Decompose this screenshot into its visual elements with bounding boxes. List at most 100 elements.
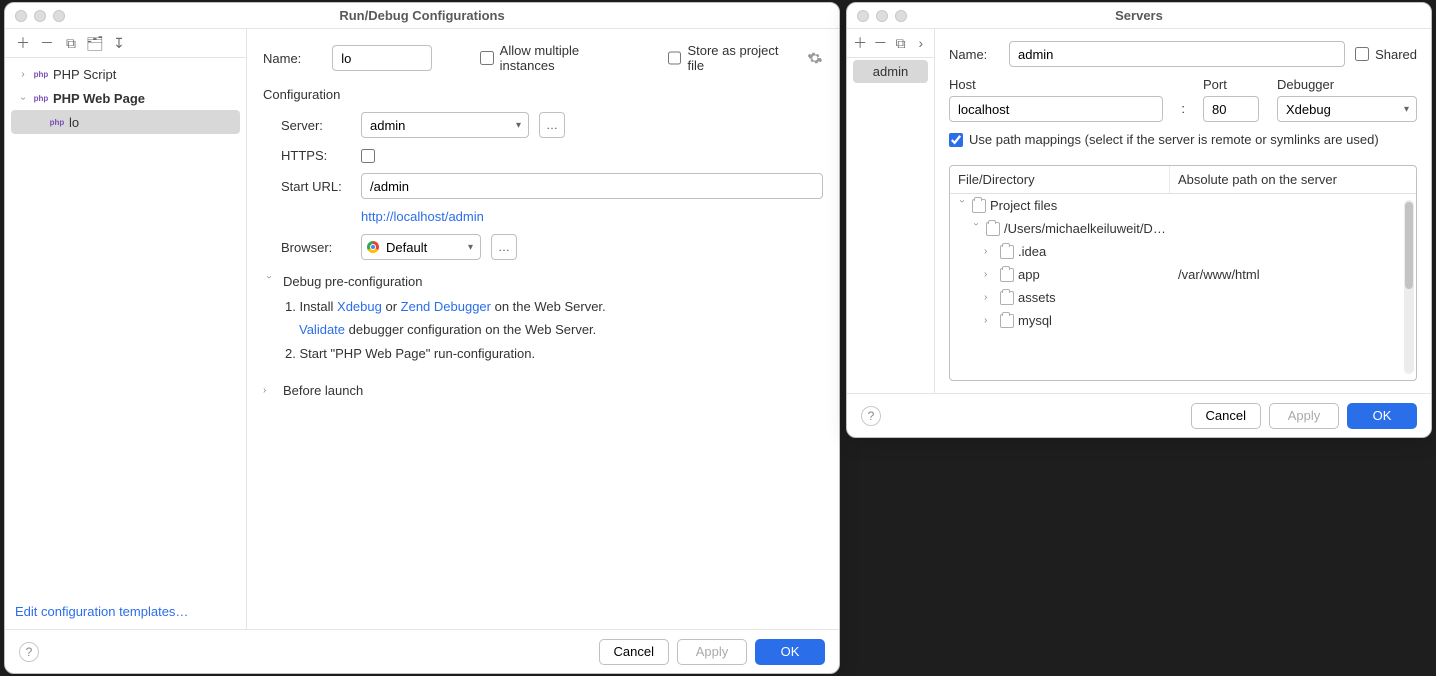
- zend-link[interactable]: Zend Debugger: [401, 299, 491, 314]
- edit-templates-link[interactable]: Edit configuration templates…: [15, 604, 188, 619]
- server-form: Name: Shared Host : Port Debugge: [935, 29, 1431, 393]
- map-row-app[interactable]: › app /var/www/html: [950, 263, 1416, 286]
- store-as-project-input[interactable]: [668, 51, 682, 65]
- map-label: Project files: [990, 198, 1057, 213]
- resolved-url-link[interactable]: http://localhost/admin: [361, 209, 484, 224]
- run-debug-window: Run/Debug Configurations ＋ － ⧉ 🗂 ↧ › php…: [4, 2, 840, 674]
- minimize-window-icon[interactable]: [34, 10, 46, 22]
- cancel-button[interactable]: Cancel: [599, 639, 669, 665]
- scrollbar-thumb[interactable]: [1405, 202, 1413, 289]
- chevron-down-icon[interactable]: ›: [18, 92, 29, 104]
- close-window-icon[interactable]: [15, 10, 27, 22]
- chevron-down-icon[interactable]: ›: [971, 223, 982, 235]
- copy-icon[interactable]: ⧉: [63, 35, 79, 51]
- https-checkbox[interactable]: [361, 149, 375, 163]
- validate-link[interactable]: Validate: [299, 322, 345, 337]
- php-file-icon: php: [33, 66, 49, 82]
- remove-icon[interactable]: －: [39, 35, 55, 51]
- chevron-right-icon[interactable]: ›: [17, 69, 29, 80]
- chevron-right-icon[interactable]: ›: [984, 246, 996, 257]
- help-icon[interactable]: ?: [861, 406, 881, 426]
- browser-select[interactable]: Default: [361, 234, 481, 260]
- map-row-user-path[interactable]: ›/Users/michaelkeiluweit/D…: [950, 217, 1416, 240]
- map-remote-path[interactable]: /var/www/html: [1170, 263, 1416, 286]
- chevron-right-icon[interactable]: ›: [984, 292, 996, 303]
- map-label: app: [1018, 267, 1040, 282]
- server-select[interactable]: admin: [361, 112, 529, 138]
- mapping-header: File/Directory Absolute path on the serv…: [950, 166, 1416, 194]
- tree-node-php-script[interactable]: › php PHP Script: [5, 62, 246, 86]
- add-icon[interactable]: ＋: [15, 35, 31, 51]
- debugger-select[interactable]: Xdebug: [1277, 96, 1417, 122]
- titlebar: Servers: [847, 3, 1431, 29]
- apply-button[interactable]: Apply: [1269, 403, 1339, 429]
- allow-multiple-label: Allow multiple instances: [500, 43, 636, 73]
- configurations-tree[interactable]: › php PHP Script › php PHP Web Page php …: [5, 58, 246, 594]
- chevron-right-icon[interactable]: ›: [984, 269, 996, 280]
- map-row-project-files[interactable]: › Project files: [950, 194, 1416, 217]
- zoom-window-icon[interactable]: [895, 10, 907, 22]
- browser-browse-button[interactable]: …: [491, 234, 517, 260]
- start-url-input[interactable]: [361, 173, 823, 199]
- allow-multiple-input[interactable]: [480, 51, 494, 65]
- map-row-idea[interactable]: › .idea: [950, 240, 1416, 263]
- scrollbar[interactable]: [1404, 200, 1414, 374]
- host-label: Host: [949, 77, 1163, 92]
- apply-button[interactable]: Apply: [677, 639, 747, 665]
- window-title: Run/Debug Configurations: [5, 8, 839, 23]
- server-browse-button[interactable]: …: [539, 112, 565, 138]
- server-toolbar: ＋ － ⧉ ›: [847, 29, 934, 58]
- tree-node-php-web-page[interactable]: › php PHP Web Page: [5, 86, 246, 110]
- ok-button[interactable]: OK: [1347, 403, 1417, 429]
- path-mappings-checkbox[interactable]: Use path mappings (select if the server …: [949, 132, 1417, 147]
- debugger-label: Debugger: [1277, 77, 1417, 92]
- port-input[interactable]: [1203, 96, 1259, 122]
- help-icon[interactable]: ?: [19, 642, 39, 662]
- map-row-assets[interactable]: › assets: [950, 286, 1416, 309]
- path-mappings-input[interactable]: [949, 133, 963, 147]
- map-label: .idea: [1018, 244, 1046, 259]
- server-item-admin[interactable]: admin: [853, 60, 928, 83]
- map-label: mysql: [1018, 313, 1052, 328]
- server-name-input[interactable]: [1009, 41, 1345, 67]
- shared-label: Shared: [1375, 47, 1417, 62]
- before-launch-expander[interactable]: › Before launch: [263, 383, 823, 398]
- map-label: assets: [1018, 290, 1056, 305]
- sort-icon[interactable]: ↧: [111, 35, 127, 51]
- step2-text: 2. Start "PHP Web Page" run-configuratio…: [285, 342, 823, 365]
- debug-preconfig-expander[interactable]: › Debug pre-configuration: [263, 274, 823, 289]
- close-window-icon[interactable]: [857, 10, 869, 22]
- chevron-right-icon[interactable]: ›: [914, 35, 928, 51]
- copy-icon[interactable]: ⧉: [894, 35, 908, 51]
- shared-input[interactable]: [1355, 47, 1369, 61]
- gear-icon[interactable]: [807, 50, 823, 66]
- cancel-button[interactable]: Cancel: [1191, 403, 1261, 429]
- path-mapping-table: File/Directory Absolute path on the serv…: [949, 165, 1417, 381]
- host-input[interactable]: [949, 96, 1163, 122]
- chevron-down-icon[interactable]: ›: [957, 200, 968, 212]
- store-as-project-checkbox[interactable]: Store as project file: [668, 43, 798, 73]
- step1-suffix: on the Web Server.: [491, 299, 606, 314]
- tree-node-lo[interactable]: php lo: [11, 110, 240, 134]
- chrome-icon: [367, 241, 379, 253]
- add-icon[interactable]: ＋: [853, 35, 867, 51]
- folder-icon[interactable]: 🗂: [87, 35, 103, 51]
- remove-icon[interactable]: －: [873, 35, 887, 51]
- name-input[interactable]: [332, 45, 432, 71]
- store-as-project-label: Store as project file: [687, 43, 797, 73]
- name-label: Name:: [949, 47, 999, 62]
- xdebug-link[interactable]: Xdebug: [337, 299, 382, 314]
- folder-icon: [972, 199, 986, 213]
- ok-button[interactable]: OK: [755, 639, 825, 665]
- shared-checkbox[interactable]: Shared: [1355, 47, 1417, 62]
- servers-window: Servers ＋ － ⧉ › admin Name: Shared: [846, 2, 1432, 438]
- debug-preconfig-text: 1. Install Xdebug or Zend Debugger on th…: [263, 295, 823, 365]
- mapping-body[interactable]: › Project files ›/Users/michaelkeiluweit/…: [950, 194, 1416, 380]
- minimize-window-icon[interactable]: [876, 10, 888, 22]
- chevron-right-icon[interactable]: ›: [984, 315, 996, 326]
- zoom-window-icon[interactable]: [53, 10, 65, 22]
- php-web-icon: php: [49, 114, 65, 130]
- map-row-mysql[interactable]: › mysql: [950, 309, 1416, 332]
- allow-multiple-checkbox[interactable]: Allow multiple instances: [480, 43, 636, 73]
- start-url-label: Start URL:: [281, 179, 351, 194]
